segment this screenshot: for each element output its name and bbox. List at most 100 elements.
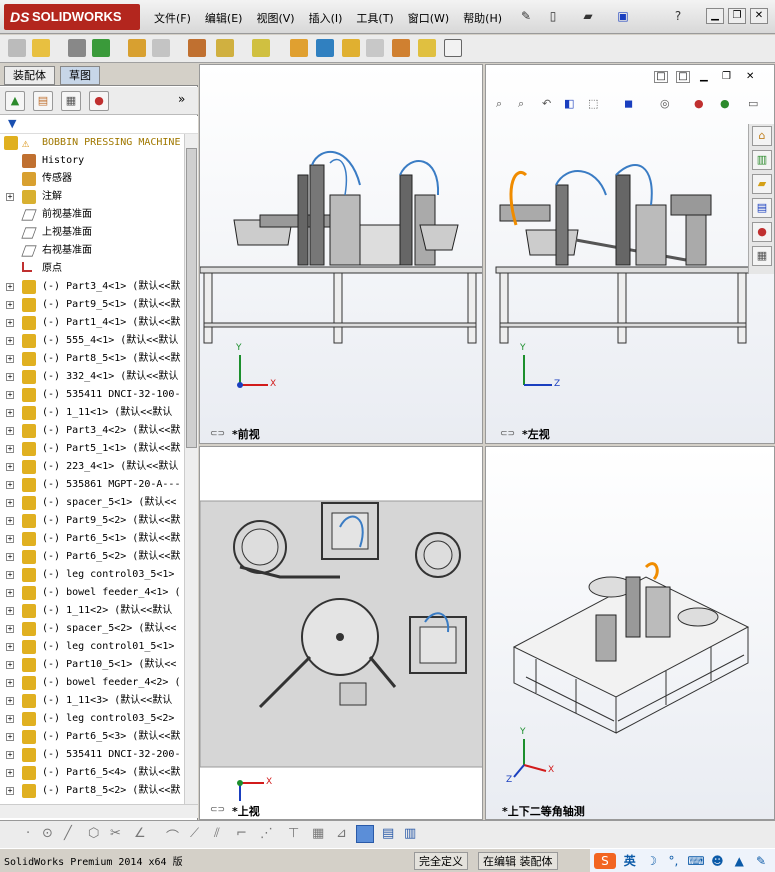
expand-toggle-icon[interactable]: + [6,355,14,363]
split-view-icon[interactable]: □ [654,71,668,83]
tree-component-row[interactable]: + (-) Part9_5<2> (默认<<默 [0,512,184,530]
tree-component-row[interactable]: + (-) spacer_5<2> (默认<< [0,620,184,638]
zoom-to-area-icon[interactable]: ⌕ [518,97,524,111]
hide-show-items-icon[interactable]: ◎ [660,97,670,110]
view-palette-icon[interactable]: ▤ [752,198,772,218]
expand-toggle-icon[interactable]: + [6,679,14,687]
skin-icon[interactable]: ▲ [731,853,747,869]
expand-toggle-icon[interactable]: + [6,697,14,705]
tree-component-row[interactable]: + (-) bowel feeder_4<1> ( [0,584,184,602]
expand-toggle-icon[interactable]: + [6,607,14,615]
close-button[interactable]: ✕ [750,8,768,24]
half-width-icon[interactable]: ☽ [644,853,660,869]
keyboard-icon[interactable]: ⌨ [687,853,704,869]
expand-toggle-icon[interactable]: + [6,445,14,453]
ime-language-toggle[interactable]: 英 [622,853,638,869]
restore-button[interactable]: ❐ [728,8,746,24]
propertymanager-icon[interactable]: ▤ [33,91,53,111]
scrollbar-thumb[interactable] [186,148,197,448]
corner-icon[interactable]: ⌐ [236,826,247,841]
explode-line-sketch-icon[interactable] [366,39,384,57]
expand-toggle-icon[interactable]: + [6,373,14,381]
viewport-top[interactable]: X ⊂⊃ *上视 [199,446,483,820]
tree-component-row[interactable]: + (-) Part10_5<1> (默认<< [0,656,184,674]
edit-appearance-icon[interactable]: ● [694,97,704,110]
angle-icon[interactable]: ∠ [134,826,146,841]
tree-component-row[interactable]: + (-) Part1_4<1> (默认<<默 [0,314,184,332]
tree-feature-row[interactable]: 传感器 [0,170,184,188]
large-design-review-icon[interactable] [444,39,462,57]
solidworks-logo[interactable]: DS SOLIDWORKS [4,4,140,30]
previous-view-icon[interactable]: ↶ [542,97,551,110]
viewport-left[interactable]: Y Z ⊂⊃ *左视 ⌕ ⌕ ↶ ◧ ⬚ ◼ ◎ ● ● ▭ □ □ ▁ ❐ ✕ [485,64,775,444]
custom-properties-icon[interactable]: ▦ [752,246,772,266]
tile-vertical-icon[interactable]: ▥ [404,826,416,841]
fillet-icon[interactable]: ⌒ [166,826,179,845]
mate-icon[interactable] [68,39,86,57]
menu-tools[interactable]: 工具(T) [352,10,397,28]
tree-component-row[interactable]: + (-) 223_4<1> (默认<<默认 [0,458,184,476]
dimension-icon[interactable]: ⊤ [288,826,299,841]
tree-horizontal-scrollbar[interactable] [0,804,198,818]
tree-component-row[interactable]: + (-) Part8_5<2> (默认<<默 [0,782,184,800]
insert-components-icon[interactable] [32,39,50,57]
tree-component-row[interactable]: + (-) 535861 MGPT-20-A--- [0,476,184,494]
tree-feature-row[interactable]: 原点 [0,260,184,278]
tree-component-row[interactable]: + (-) Part6_5<4> (默认<<默 [0,764,184,782]
view-orientation-icon[interactable]: ⬚ [588,97,598,110]
tree-component-row[interactable]: + (-) Part6_5<1> (默认<<默 [0,530,184,548]
save-icon[interactable]: ▣ [615,8,631,24]
open-folder-icon[interactable]: ▰ [580,8,596,24]
design-library-icon[interactable]: ▥ [752,150,772,170]
restore-viewport-icon[interactable]: ❐ [722,71,731,82]
grid-icon[interactable]: ▦ [312,826,324,841]
expand-toggle-icon[interactable]: + [6,625,14,633]
close-viewport-icon[interactable]: ✕ [746,71,754,82]
split-view-2-icon[interactable]: □ [676,71,690,83]
menu-file[interactable]: 文件(F) [150,10,195,28]
tree-feature-row[interactable]: 上视基准面 [0,224,184,242]
expand-toggle-icon[interactable]: + [6,319,14,327]
view-settings-icon[interactable]: ▭ [748,97,758,110]
tree-feature-row[interactable]: + 注解 [0,188,184,206]
tree-root[interactable]: ⚠ BOBBIN PRESSING MACHINE [0,134,184,152]
menu-edit[interactable]: 编辑(E) [201,10,247,28]
expand-toggle-icon[interactable]: + [6,769,14,777]
mirror-icon[interactable]: ⋰ [260,826,273,841]
appearances-scenes-icon[interactable]: ● [752,222,772,242]
sogou-ime-icon[interactable]: S [594,853,616,869]
tree-component-row[interactable]: + (-) Part5_1<1> (默认<<默 [0,440,184,458]
tree-component-row[interactable]: + (-) 332_4<1> (默认<<默认 [0,368,184,386]
trim-icon[interactable]: ✂ [110,826,121,841]
tree-component-row[interactable]: + (-) spacer_5<1> (默认<< [0,494,184,512]
viewport-isometric[interactable]: Y X Z *上下二等角轴测 [485,446,775,820]
circle-icon[interactable]: ⊙ [42,826,53,841]
exploded-view-icon[interactable] [342,39,360,57]
interference-detection-icon[interactable] [392,39,410,57]
tree-component-row[interactable]: + (-) leg control01_5<1> [0,638,184,656]
expand-toggle-icon[interactable]: + [6,715,14,723]
reference-geometry-icon[interactable] [252,39,270,57]
featuremanager-tree-icon[interactable]: ▲ [5,91,25,111]
tree-component-row[interactable]: + (-) Part8_5<1> (默认<<默 [0,350,184,368]
new-motion-study-icon[interactable] [290,39,308,57]
tree-component-row[interactable]: + (-) 535411 DNCI-32-200- [0,746,184,764]
instant3d-icon[interactable] [418,39,436,57]
menu-view[interactable]: 视图(V) [252,10,298,28]
expand-toggle-icon[interactable]: + [6,733,14,741]
bill-of-materials-icon[interactable] [316,39,334,57]
3d-view-icon[interactable] [356,825,374,843]
punctuation-icon[interactable]: °, [666,853,682,869]
menu-help[interactable]: 帮助(H) [459,10,506,28]
expand-toggle-icon[interactable]: + [6,517,14,525]
chamfer-icon[interactable]: ⟋ [190,826,199,841]
expand-toggle-icon[interactable]: + [6,643,14,651]
tree-component-row[interactable]: + (-) 1_11<1> (默认<<默认 [0,404,184,422]
apply-scene-icon[interactable]: ● [720,97,730,110]
linear-pattern-icon[interactable] [92,39,110,57]
expand-toggle-icon[interactable]: + [6,337,14,345]
user-icon[interactable]: ☻ [709,853,725,869]
expand-toggle-icon[interactable]: + [6,391,14,399]
section-view-icon[interactable]: ◧ [564,97,574,110]
offset-icon[interactable]: ⫽ [214,826,220,841]
